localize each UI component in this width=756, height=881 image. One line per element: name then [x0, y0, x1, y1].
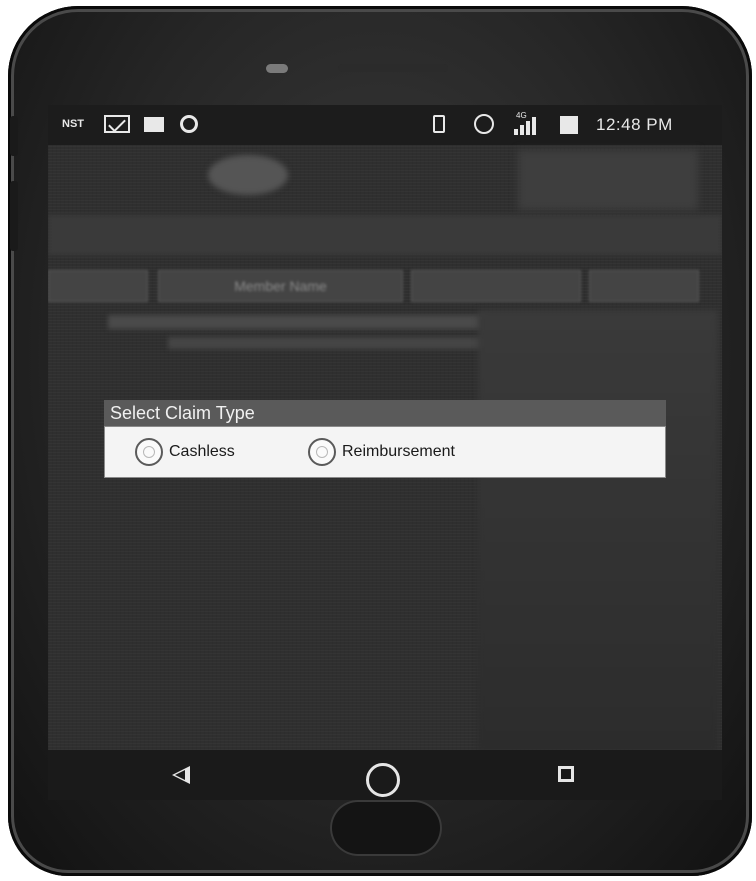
- tab-first[interactable]: [48, 270, 148, 302]
- circle-icon: [180, 115, 198, 133]
- volume-up-key[interactable]: [10, 116, 18, 156]
- tab-member-name[interactable]: Member Name: [158, 270, 403, 302]
- physical-home-button[interactable]: [330, 800, 442, 856]
- clock-time: 12:48 PM: [596, 115, 673, 134]
- background-text-line: [108, 315, 488, 329]
- phone-screen: NST 4G 12:48 PM Member Name Select Claim…: [48, 105, 722, 750]
- dialog-title: Select Claim Type: [104, 400, 666, 426]
- background-text-line: [168, 337, 488, 349]
- app-header-band: [48, 215, 722, 255]
- claim-type-dialog: Select Claim Type Cashless Reimbursement: [104, 400, 666, 484]
- photo-stage: NST 4G 12:48 PM Member Name Select Claim…: [0, 0, 756, 881]
- home-icon[interactable]: [366, 763, 400, 797]
- background-panel: [478, 310, 718, 750]
- reimbursement-radio-option[interactable]: Reimbursement: [308, 437, 455, 467]
- app-tab-bar: Member Name: [48, 270, 722, 304]
- mail-icon: [104, 115, 130, 133]
- app-logo: [208, 155, 288, 195]
- claim-type-radio-group: Cashless Reimbursement: [104, 426, 666, 478]
- volume-down-key[interactable]: [10, 181, 18, 251]
- front-camera: [266, 64, 288, 73]
- carrier-label: NST: [62, 118, 84, 130]
- battery-icon: [560, 116, 578, 134]
- cashless-radio-option[interactable]: Cashless: [135, 437, 235, 467]
- recent-apps-icon[interactable]: [558, 766, 574, 782]
- image-icon: [144, 117, 164, 132]
- radio-button-icon[interactable]: [135, 438, 163, 466]
- app-header-graphic: [518, 150, 698, 210]
- radio-button-icon[interactable]: [308, 438, 336, 466]
- earpiece-speaker: [338, 64, 448, 72]
- cashless-label: Cashless: [169, 443, 235, 460]
- tab-third[interactable]: [411, 270, 581, 302]
- back-icon[interactable]: [172, 766, 190, 784]
- tab-fourth[interactable]: [589, 270, 699, 302]
- vibrate-icon: [433, 115, 445, 133]
- alarm-icon: [474, 114, 494, 134]
- navigation-bar: [48, 750, 722, 800]
- status-bar: NST 4G 12:48 PM: [48, 105, 722, 145]
- signal-icon: [514, 115, 536, 135]
- reimbursement-label: Reimbursement: [342, 443, 455, 460]
